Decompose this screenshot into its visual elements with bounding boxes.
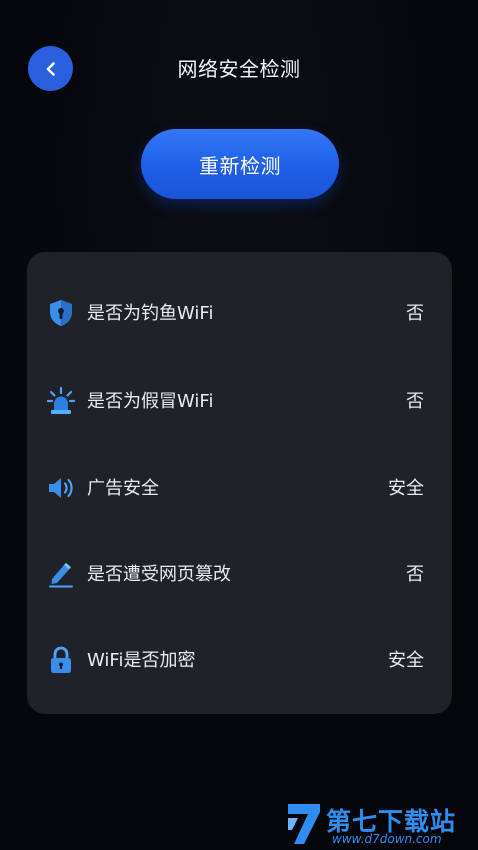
recheck-button[interactable]: 重新检测 xyxy=(141,129,339,199)
watermark-url: www.d7down.com xyxy=(332,832,442,846)
check-row-phishing[interactable]: 是否为钓鱼WiFi 否 xyxy=(27,292,452,332)
check-label: 是否为假冒WiFi xyxy=(87,391,214,412)
site-logo-icon xyxy=(288,804,320,844)
check-row-page-tamper[interactable]: 是否遭受网页篡改 否 xyxy=(27,553,452,593)
check-row-ad-safety[interactable]: 广告安全 安全 xyxy=(27,467,452,507)
check-label: 是否遭受网页篡改 xyxy=(87,564,231,585)
check-value: 否 xyxy=(406,391,424,412)
check-label: WiFi是否加密 xyxy=(87,650,196,671)
screen: 网络安全检测 重新检测 是否为钓鱼WiFi 否 是否为假冒WiFi 否 广告安全… xyxy=(0,0,478,850)
watermark: 第七下载站 www.d7down.com xyxy=(282,798,478,850)
speaker-icon xyxy=(47,474,75,502)
check-value: 安全 xyxy=(388,478,424,499)
security-check-card: 是否为钓鱼WiFi 否 是否为假冒WiFi 否 广告安全 安全 是否遭受网页篡改… xyxy=(27,252,452,714)
check-label: 是否为钓鱼WiFi xyxy=(87,303,214,324)
check-value: 安全 xyxy=(388,650,424,671)
page-title: 网络安全检测 xyxy=(177,57,301,81)
shield-icon xyxy=(47,299,75,327)
check-row-fake-wifi[interactable]: 是否为假冒WiFi 否 xyxy=(27,380,452,420)
lock-icon xyxy=(47,646,75,674)
check-value: 否 xyxy=(406,303,424,324)
check-label: 广告安全 xyxy=(87,478,159,499)
check-value: 否 xyxy=(406,564,424,585)
check-row-wifi-encryption[interactable]: WiFi是否加密 安全 xyxy=(27,639,452,679)
pencil-icon xyxy=(47,560,75,588)
alarm-light-icon xyxy=(47,387,75,415)
